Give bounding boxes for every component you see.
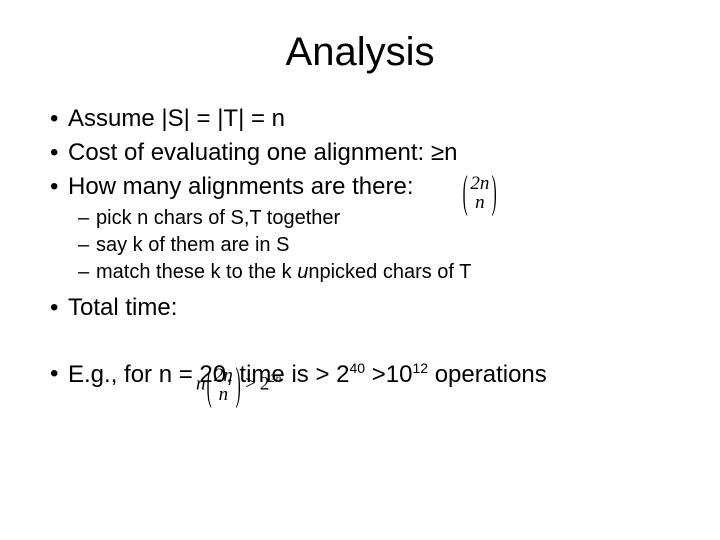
sub3-suffix: npicked chars of T	[308, 261, 471, 283]
paren-left-icon: (	[463, 170, 468, 216]
bullet-total: Total time:	[50, 294, 670, 354]
binom-top: 2n	[470, 174, 489, 193]
paren-right-icon: )	[235, 362, 240, 408]
sub-bullet-sayk: say k of them are in S	[78, 234, 670, 257]
bullet-assume: Assume |S| = |T| = n	[50, 105, 670, 133]
slide: Analysis Assume |S| = |T| = n Cost of ev…	[0, 0, 720, 540]
formula-binom-stack: 2nn	[212, 366, 235, 404]
binom-bottom: n	[470, 193, 489, 212]
formula-binom-top: 2n	[214, 366, 233, 385]
formula-n: n	[196, 373, 206, 394]
eg-suffix: operations	[428, 361, 547, 388]
bullet-example: E.g., for n = 20, time is > 240 >1012 op…	[50, 360, 670, 389]
bullet-cost: Cost of evaluating one alignment: ≥n	[50, 139, 670, 167]
eg-mid: >10	[365, 361, 412, 388]
formula-exp-var: n	[275, 371, 281, 385]
formula-total-time: n(2nn)>22n	[196, 366, 281, 404]
slide-title: Analysis	[50, 30, 670, 75]
bullet-howmany: How many alignments are there:	[50, 173, 670, 201]
sub-bullet-pick: pick n chars of S,T together	[78, 207, 670, 230]
eg-sup2: 12	[412, 360, 428, 376]
sub3-ital-u: u	[297, 261, 308, 283]
formula-gt: >	[241, 373, 260, 394]
sub-bullet-match: match these k to the k unpicked chars of…	[78, 261, 670, 284]
sub-bullet-list: pick n chars of S,T together say k of th…	[78, 207, 670, 284]
formula-base: 2	[260, 373, 270, 394]
paren-right-icon: )	[492, 170, 497, 216]
eg-sup1: 40	[349, 360, 365, 376]
bullet-list: Assume |S| = |T| = n Cost of evaluating …	[50, 105, 670, 389]
paren-left-icon: (	[206, 362, 211, 408]
binom-stack: 2nn	[468, 174, 491, 212]
formula-binom-bottom: n	[214, 385, 233, 404]
formula-exp: 2n	[269, 371, 281, 385]
binomial-2n-n: (2nn)	[462, 174, 498, 212]
sub3-prefix: match these k to the k	[96, 261, 297, 283]
